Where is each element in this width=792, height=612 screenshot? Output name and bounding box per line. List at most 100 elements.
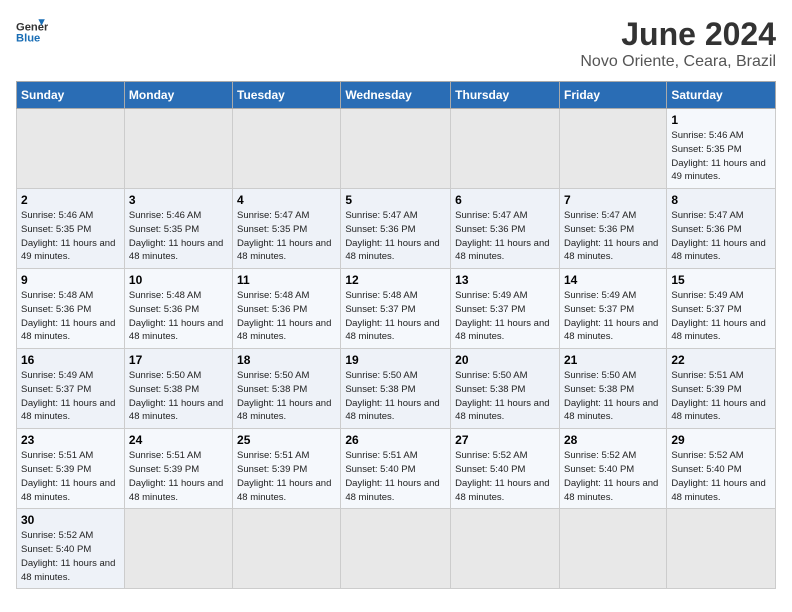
col-header-monday: Monday [124, 82, 232, 109]
day-number: 26 [345, 433, 446, 447]
svg-text:General: General [16, 21, 48, 33]
day-number: 5 [345, 193, 446, 207]
day-number: 7 [564, 193, 662, 207]
calendar-cell: 13Sunrise: 5:49 AM Sunset: 5:37 PM Dayli… [451, 269, 560, 349]
day-number: 19 [345, 353, 446, 367]
calendar-cell [341, 109, 451, 189]
calendar-cell: 25 Sunrise: 5:51 AM Sunset: 5:39 PM Dayli… [233, 429, 341, 509]
day-number: 29 [671, 433, 771, 447]
week-row-4: 16Sunrise: 5:49 AM Sunset: 5:37 PM Dayli… [17, 349, 776, 429]
calendar-table: SundayMondayTuesdayWednesdayThursdayFrid… [16, 81, 776, 589]
day-number: 14 [564, 273, 662, 287]
calendar-cell: 22Sunrise: 5:51 AM Sunset: 5:39 PM Dayli… [667, 349, 776, 429]
day-number: 21 [564, 353, 662, 367]
day-number: 2 [21, 193, 120, 207]
calendar-cell: 19 Sunrise: 5:50 AM Sunset: 5:38 PM Dayli… [341, 349, 451, 429]
day-number: 27 [455, 433, 555, 447]
calendar-cell: 30 Sunrise: 5:52 AM Sunset: 5:40 PM Dayli… [17, 509, 125, 589]
day-number: 11 [237, 273, 336, 287]
calendar-cell: 1 Sunrise: 5:46 AM Sunset: 5:35 PM Daylig… [667, 109, 776, 189]
week-row-2: 2 Sunrise: 5:46 AM Sunset: 5:35 PM Daylig… [17, 189, 776, 269]
calendar-cell: 15 Sunrise: 5:49 AM Sunset: 5:37 PM Dayli… [667, 269, 776, 349]
calendar-cell [451, 109, 560, 189]
col-header-friday: Friday [559, 82, 666, 109]
week-row-3: 9Sunrise: 5:48 AM Sunset: 5:36 PM Daylig… [17, 269, 776, 349]
day-info: Sunrise: 5:46 AM Sunset: 5:35 PM Dayligh… [671, 129, 771, 184]
calendar-cell: 9Sunrise: 5:48 AM Sunset: 5:36 PM Daylig… [17, 269, 125, 349]
generalblue-icon: General Blue [16, 16, 48, 48]
calendar-cell: 29 Sunrise: 5:52 AM Sunset: 5:40 PM Dayli… [667, 429, 776, 509]
calendar-cell [233, 509, 341, 589]
logo: General Blue [16, 16, 48, 48]
day-number: 23 [21, 433, 120, 447]
calendar-cell: 8Sunrise: 5:47 AM Sunset: 5:36 PM Daylig… [667, 189, 776, 269]
day-number: 10 [129, 273, 228, 287]
calendar-cell: 16Sunrise: 5:49 AM Sunset: 5:37 PM Dayli… [17, 349, 125, 429]
day-info: Sunrise: 5:51 AM Sunset: 5:39 PM Dayligh… [237, 449, 336, 504]
day-info: Sunrise: 5:48 AM Sunset: 5:37 PM Dayligh… [345, 289, 446, 344]
day-info: Sunrise: 5:49 AM Sunset: 5:37 PM Dayligh… [671, 289, 771, 344]
day-info: Sunrise: 5:47 AM Sunset: 5:35 PM Dayligh… [237, 209, 336, 264]
day-info: Sunrise: 5:51 AM Sunset: 5:39 PM Dayligh… [129, 449, 228, 504]
calendar-cell [233, 109, 341, 189]
day-number: 20 [455, 353, 555, 367]
calendar-cell [559, 509, 666, 589]
day-number: 30 [21, 513, 120, 527]
day-number: 24 [129, 433, 228, 447]
day-number: 13 [455, 273, 555, 287]
calendar-cell: 23 Sunrise: 5:51 AM Sunset: 5:39 PM Dayli… [17, 429, 125, 509]
week-row-5: 23 Sunrise: 5:51 AM Sunset: 5:39 PM Dayli… [17, 429, 776, 509]
day-info: Sunrise: 5:49 AM Sunset: 5:37 PM Dayligh… [564, 289, 662, 344]
calendar-cell: 10 Sunrise: 5:48 AM Sunset: 5:36 PM Dayli… [124, 269, 232, 349]
calendar-cell: 27 Sunrise: 5:52 AM Sunset: 5:40 PM Dayli… [451, 429, 560, 509]
day-info: Sunrise: 5:47 AM Sunset: 5:36 PM Dayligh… [455, 209, 555, 264]
day-info: Sunrise: 5:48 AM Sunset: 5:36 PM Dayligh… [21, 289, 120, 344]
page-title: June 2024 [580, 16, 776, 53]
day-info: Sunrise: 5:47 AM Sunset: 5:36 PM Dayligh… [564, 209, 662, 264]
day-info: Sunrise: 5:48 AM Sunset: 5:36 PM Dayligh… [129, 289, 228, 344]
day-number: 17 [129, 353, 228, 367]
calendar-cell: 2Sunrise: 5:46 AM Sunset: 5:35 PM Daylig… [17, 189, 125, 269]
calendar-cell: 17Sunrise: 5:50 AM Sunset: 5:38 PM Dayli… [124, 349, 232, 429]
col-header-saturday: Saturday [667, 82, 776, 109]
calendar-cell: 20Sunrise: 5:50 AM Sunset: 5:38 PM Dayli… [451, 349, 560, 429]
day-info: Sunrise: 5:51 AM Sunset: 5:39 PM Dayligh… [671, 369, 771, 424]
page-subtitle: Novo Oriente, Ceara, Brazil [580, 53, 776, 71]
day-info: Sunrise: 5:52 AM Sunset: 5:40 PM Dayligh… [671, 449, 771, 504]
calendar-cell: 3Sunrise: 5:46 AM Sunset: 5:35 PM Daylig… [124, 189, 232, 269]
calendar-cell: 6Sunrise: 5:47 AM Sunset: 5:36 PM Daylig… [451, 189, 560, 269]
calendar-cell [559, 109, 666, 189]
day-info: Sunrise: 5:51 AM Sunset: 5:39 PM Dayligh… [21, 449, 120, 504]
day-number: 1 [671, 113, 771, 127]
calendar-cell: 11Sunrise: 5:48 AM Sunset: 5:36 PM Dayli… [233, 269, 341, 349]
calendar-cell: 14 Sunrise: 5:49 AM Sunset: 5:37 PM Dayli… [559, 269, 666, 349]
day-info: Sunrise: 5:50 AM Sunset: 5:38 PM Dayligh… [564, 369, 662, 424]
day-info: Sunrise: 5:49 AM Sunset: 5:37 PM Dayligh… [21, 369, 120, 424]
day-info: Sunrise: 5:52 AM Sunset: 5:40 PM Dayligh… [455, 449, 555, 504]
title-area: June 2024 Novo Oriente, Ceara, Brazil [580, 16, 776, 71]
col-header-thursday: Thursday [451, 82, 560, 109]
day-info: Sunrise: 5:50 AM Sunset: 5:38 PM Dayligh… [345, 369, 446, 424]
calendar-cell: 24 Sunrise: 5:51 AM Sunset: 5:39 PM Dayli… [124, 429, 232, 509]
day-number: 15 [671, 273, 771, 287]
day-info: Sunrise: 5:52 AM Sunset: 5:40 PM Dayligh… [564, 449, 662, 504]
calendar-cell [451, 509, 560, 589]
day-info: Sunrise: 5:52 AM Sunset: 5:40 PM Dayligh… [21, 529, 120, 584]
day-info: Sunrise: 5:51 AM Sunset: 5:40 PM Dayligh… [345, 449, 446, 504]
day-number: 12 [345, 273, 446, 287]
day-info: Sunrise: 5:46 AM Sunset: 5:35 PM Dayligh… [129, 209, 228, 264]
calendar-cell: 28Sunrise: 5:52 AM Sunset: 5:40 PM Dayli… [559, 429, 666, 509]
calendar-cell [17, 109, 125, 189]
calendar-cell [341, 509, 451, 589]
calendar-cell: 4 Sunrise: 5:47 AM Sunset: 5:35 PM Daylig… [233, 189, 341, 269]
day-info: Sunrise: 5:47 AM Sunset: 5:36 PM Dayligh… [345, 209, 446, 264]
day-info: Sunrise: 5:47 AM Sunset: 5:36 PM Dayligh… [671, 209, 771, 264]
calendar-cell [124, 109, 232, 189]
calendar-cell: 7 Sunrise: 5:47 AM Sunset: 5:36 PM Daylig… [559, 189, 666, 269]
day-number: 18 [237, 353, 336, 367]
week-row-6: 30 Sunrise: 5:52 AM Sunset: 5:40 PM Dayli… [17, 509, 776, 589]
header: General Blue June 2024 Novo Oriente, Cea… [16, 16, 776, 71]
day-number: 25 [237, 433, 336, 447]
day-number: 4 [237, 193, 336, 207]
col-header-tuesday: Tuesday [233, 82, 341, 109]
